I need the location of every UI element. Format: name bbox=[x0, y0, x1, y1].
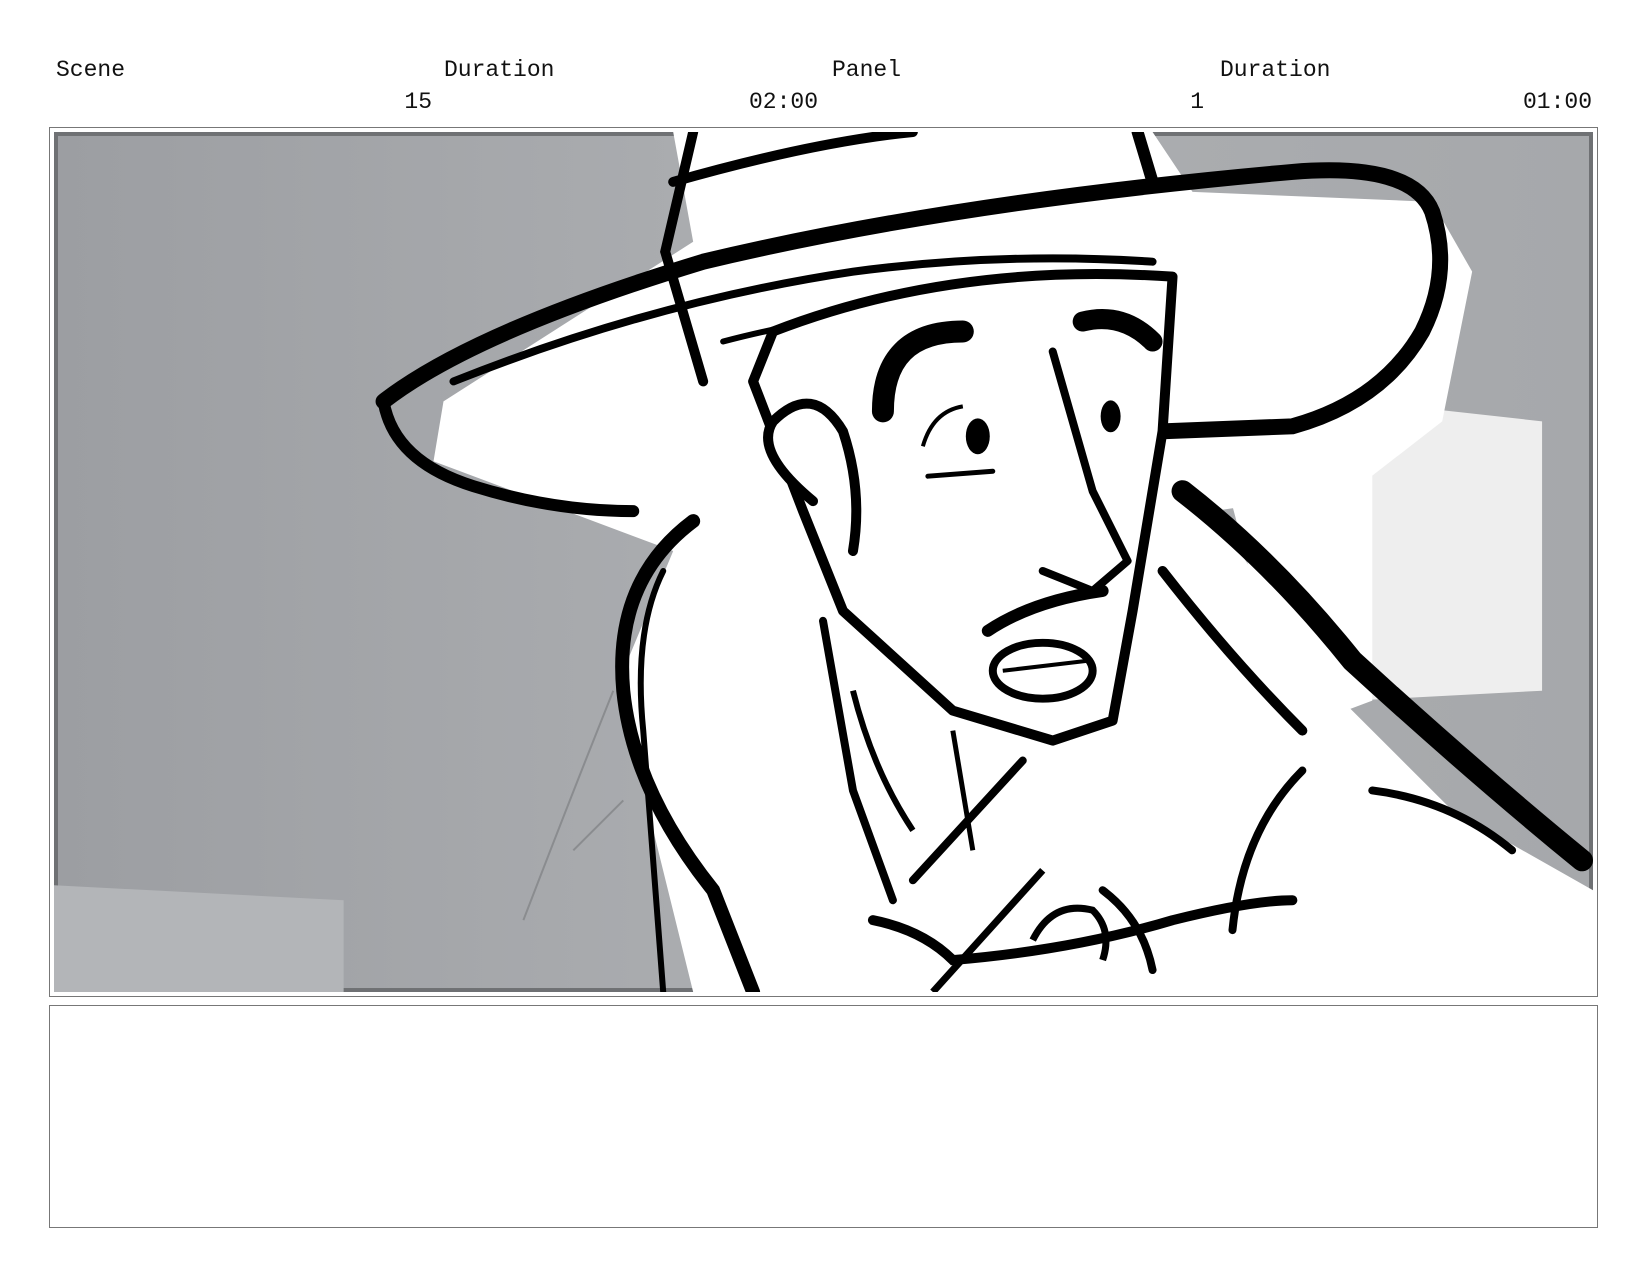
panel-image bbox=[54, 132, 1593, 992]
panel-label: Panel bbox=[832, 57, 902, 83]
panel-notes-box[interactable] bbox=[49, 1005, 1598, 1228]
scene-number: 15 bbox=[404, 89, 432, 115]
scene-duration-value: 02:00 bbox=[748, 89, 818, 115]
panel-number: 1 bbox=[1190, 89, 1204, 115]
panel-image-frame bbox=[49, 127, 1598, 997]
panel-duration-label: Duration bbox=[1220, 57, 1331, 83]
scene-duration-label: Duration bbox=[444, 57, 555, 83]
scene-label: Scene bbox=[56, 57, 126, 83]
storyboard-sketch bbox=[54, 132, 1593, 992]
panel-duration-value: 01:00 bbox=[1522, 89, 1592, 115]
